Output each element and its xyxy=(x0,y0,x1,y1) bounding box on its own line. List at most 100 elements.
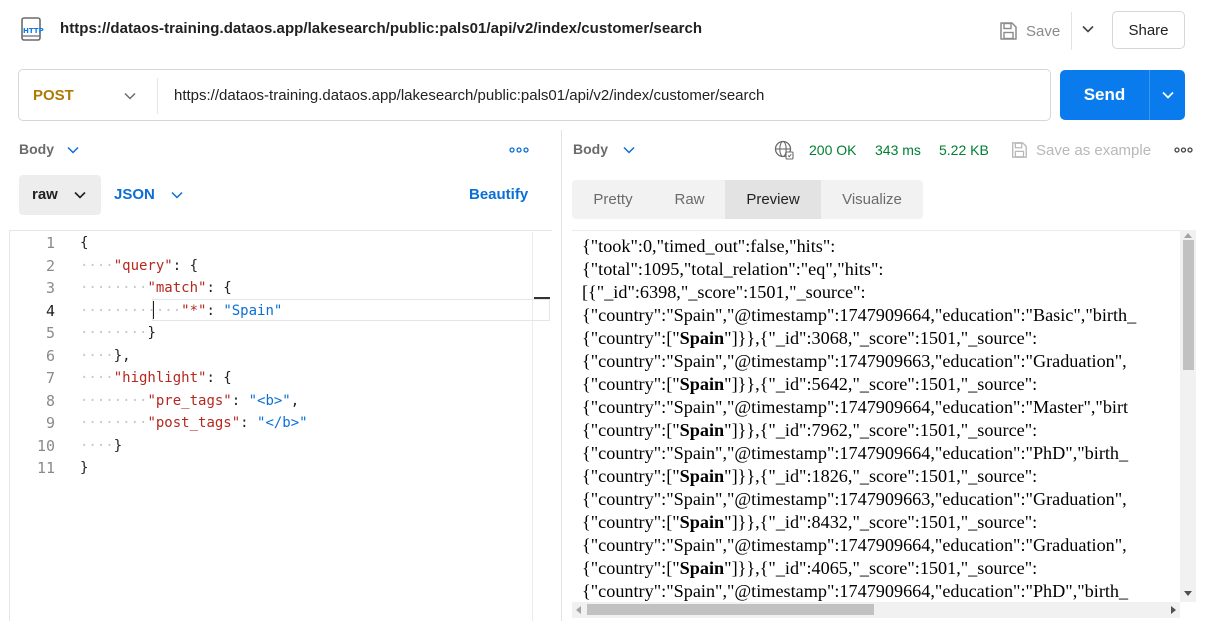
preview-line: {"country":"Spain","@timestamp":17479096… xyxy=(582,535,1127,555)
code-line[interactable]: 10 ····} xyxy=(0,435,470,458)
send-options-button[interactable] xyxy=(1149,70,1185,120)
preview-line: {"country":"Spain","@timestamp":17479096… xyxy=(582,489,1127,509)
preview-line: {"country":["Spain"]}},{"_id":4065,"_sco… xyxy=(582,558,1038,578)
code-line[interactable]: 8 ········"pre_tags": "<b>", xyxy=(0,390,470,413)
line-number: 5 xyxy=(45,324,55,342)
body-mode-select[interactable]: raw xyxy=(19,175,101,215)
beautify-button[interactable]: Beautify xyxy=(469,186,528,203)
code-text: ····}, xyxy=(80,347,131,364)
preview-line: {"country":["Spain"]}},{"_id":3068,"_sco… xyxy=(582,328,1038,348)
response-time[interactable]: 343 ms xyxy=(875,142,921,158)
network-globe-icon[interactable] xyxy=(774,140,794,160)
scroll-right-arrow-icon[interactable] xyxy=(1170,605,1178,615)
response-view-tabs: Pretty Raw Preview Visualize xyxy=(572,180,923,219)
save-button[interactable]: Save xyxy=(998,17,1060,45)
line-number: 4 xyxy=(45,301,55,320)
share-button[interactable]: Share xyxy=(1112,11,1185,49)
line-number: 11 xyxy=(36,459,55,477)
code-line[interactable]: 4 ············"*": "Spain" xyxy=(0,300,470,323)
preview-line: {"country":["Spain"]}},{"_id":5642,"_sco… xyxy=(582,374,1038,394)
code-text: ········"pre_tags": "<b>", xyxy=(80,392,300,409)
method-select[interactable]: POST xyxy=(33,87,74,104)
response-size[interactable]: 5.22 KB xyxy=(939,142,989,158)
tab-pretty[interactable]: Pretty xyxy=(572,180,654,219)
line-number: 1 xyxy=(45,234,55,252)
request-bar: POST https://dataos-training.dataos.app/… xyxy=(18,69,1051,121)
divider xyxy=(1071,12,1072,50)
http-file-icon: HTTP xyxy=(21,17,44,41)
pane-divider[interactable] xyxy=(561,130,562,621)
chevron-down-icon xyxy=(74,191,86,199)
chevron-down-icon xyxy=(1161,91,1174,99)
save-as-example-label: Save as example xyxy=(1036,141,1152,159)
response-preview: {"took":0,"timed_out":false,"hits": {"tot… xyxy=(572,230,1193,621)
line-number: 2 xyxy=(45,256,55,275)
code-text: { xyxy=(80,235,89,251)
save-icon xyxy=(1012,142,1027,158)
code-text: ····} xyxy=(80,437,123,454)
url-input[interactable]: https://dataos-training.dataos.app/lakes… xyxy=(174,87,764,104)
preview-line: {"country":"Spain","@timestamp":17479096… xyxy=(582,305,1137,325)
save-as-example-button[interactable]: Save as example xyxy=(1010,140,1151,160)
code-line[interactable]: 3 ········"match": { xyxy=(0,277,470,300)
svg-text:HTTP: HTTP xyxy=(23,27,44,35)
line-number: 7 xyxy=(45,369,55,387)
preview-line: {"took":0,"timed_out":false,"hits": xyxy=(582,236,836,256)
code-text: ············"*": "Spain" xyxy=(80,302,283,319)
code-text: ········"match": { xyxy=(80,280,232,296)
scroll-left-arrow-icon[interactable] xyxy=(574,605,582,615)
line-number: 3 xyxy=(45,279,55,297)
scroll-up-arrow-icon[interactable] xyxy=(1183,231,1193,239)
divider xyxy=(157,78,158,114)
code-text: ····"highlight": { xyxy=(80,370,232,386)
chevron-down-icon[interactable] xyxy=(170,188,184,202)
preview-line: [{"_id":6398,"_score":1501,"_source": xyxy=(582,282,866,302)
preview-line: {"country":"Spain","@timestamp":17479096… xyxy=(582,351,1127,371)
editor-scrollbar[interactable] xyxy=(532,232,551,621)
tab-preview[interactable]: Preview xyxy=(725,180,821,219)
code-line[interactable]: 11} xyxy=(0,457,470,480)
code-text: } xyxy=(80,460,89,476)
more-options-icon[interactable] xyxy=(1174,147,1193,153)
response-body-label[interactable]: Body xyxy=(573,141,608,157)
code-line[interactable]: 2 ····"query": { xyxy=(0,255,470,278)
send-button[interactable]: Send xyxy=(1060,70,1149,120)
status-code[interactable]: 200 OK xyxy=(809,142,856,158)
code-text: ····"query": { xyxy=(80,257,199,274)
chevron-down-icon[interactable] xyxy=(66,143,80,157)
preview-line: {"country":"Spain","@timestamp":17479096… xyxy=(582,397,1129,417)
chevron-down-icon[interactable] xyxy=(622,143,636,157)
preview-line: {"country":["Spain"]}},{"_id":7962,"_sco… xyxy=(582,420,1038,440)
save-label: Save xyxy=(1026,22,1061,40)
scroll-down-arrow-icon[interactable] xyxy=(1183,590,1193,598)
code-line[interactable]: 5 ········} xyxy=(0,322,470,345)
chevron-down-icon[interactable] xyxy=(123,89,137,103)
code-line[interactable]: 1{ xyxy=(0,232,470,255)
code-line[interactable]: 6 ····}, xyxy=(0,345,470,368)
line-number: 6 xyxy=(45,346,55,365)
line-number: 9 xyxy=(45,414,55,432)
request-title[interactable]: https://dataos-training.dataos.app/lakes… xyxy=(60,20,702,37)
preview-line: {"country":["Spain"]}},{"_id":1826,"_sco… xyxy=(582,466,1038,486)
code-line[interactable]: 7 ····"highlight": { xyxy=(0,367,470,390)
code-line[interactable]: 9 ········"post_tags": "</b>" xyxy=(0,412,470,435)
preview-vertical-scroll-thumb[interactable] xyxy=(1183,240,1194,370)
preview-line: {"country":"Spain","@timestamp":17479096… xyxy=(582,581,1129,601)
preview-line: {"country":"Spain","@timestamp":17479096… xyxy=(582,443,1129,463)
more-options-icon[interactable] xyxy=(509,147,529,153)
body-mode-label: raw xyxy=(32,186,58,203)
chevron-down-icon[interactable] xyxy=(1080,21,1096,37)
line-number: 10 xyxy=(36,436,55,455)
tab-visualize[interactable]: Visualize xyxy=(821,180,923,219)
tab-raw[interactable]: Raw xyxy=(654,180,725,219)
code-text: ········} xyxy=(80,325,156,341)
code-text: ········"post_tags": "</b>" xyxy=(80,415,308,431)
save-icon xyxy=(1000,22,1017,40)
line-number: 8 xyxy=(45,391,55,410)
request-body-label[interactable]: Body xyxy=(19,141,54,157)
text-cursor xyxy=(153,301,154,319)
request-header: HTTP https://dataos-training.dataos.app/… xyxy=(0,0,1212,62)
preview-line: {"country":["Spain"]}},{"_id":8432,"_sco… xyxy=(582,512,1038,532)
body-format-select[interactable]: JSON xyxy=(114,186,155,203)
preview-horizontal-scroll-thumb[interactable] xyxy=(587,604,874,615)
